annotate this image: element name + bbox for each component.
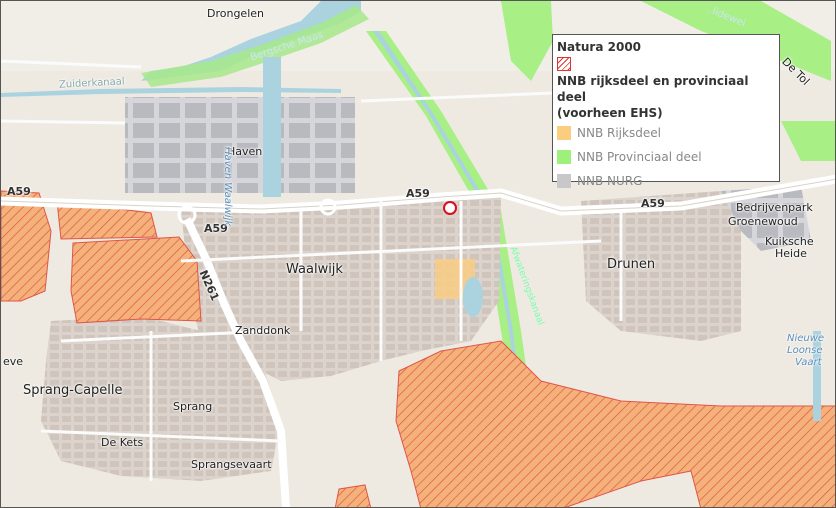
legend-row-natura <box>557 55 775 73</box>
place-label-sprang: Sprang <box>173 400 213 413</box>
place-label-sprang-capelle: Sprang-Capelle <box>23 383 123 398</box>
legend-subtitle-nnb: (voorheen EHS) <box>557 106 663 120</box>
place-label-zanddonk: Zanddonk <box>235 324 291 337</box>
place-label-groenewoud: Groenewoud <box>728 215 798 228</box>
place-label-drunen: Drunen <box>607 257 656 272</box>
place-label-de-kets: De Kets <box>101 436 144 449</box>
legend-label-rijksdeel: NNB Rijksdeel <box>577 126 661 140</box>
legend-row-provinciaal: NNB Provinciaal deel <box>557 145 775 169</box>
legend-label-provinciaal: NNB Provinciaal deel <box>577 150 702 164</box>
legend-title-natura: Natura 2000 <box>557 40 642 54</box>
legend-row-nurg: NNB NURG <box>557 169 775 193</box>
water-label-nieuwe: Nieuwe <box>787 333 825 344</box>
place-label-bedrijvenpark: Bedrijvenpark <box>736 201 813 214</box>
legend-label-nurg: NNB NURG <box>577 174 643 188</box>
legend-swatch-natura-icon <box>557 57 571 71</box>
road-label-a59-west: A59 <box>7 185 31 198</box>
place-label-sprangsevaart: Sprangsevaart <box>191 458 272 471</box>
water-label-loonse: Loonse <box>787 345 823 356</box>
legend-swatch-nurg-icon <box>557 174 571 188</box>
water-label-havenwaalwijk: Haven Waalwijk <box>222 147 233 227</box>
map-view[interactable]: Drongelen Haven Waalwijk Drunen Zanddonk… <box>0 0 836 508</box>
legend-swatch-provinciaal-icon <box>557 150 571 164</box>
natura-2000-beek <box>70 236 202 324</box>
place-label-heide: Heide <box>775 247 807 260</box>
legend-title-nnb: NNB rijksdeel en provinciaal deel <box>557 74 749 104</box>
map-legend: Natura 2000 NNB rijksdeel en provinciaal… <box>552 34 780 188</box>
location-marker-icon[interactable] <box>443 201 457 215</box>
harbour-basin <box>263 57 281 197</box>
legend-row-rijksdeel: NNB Rijksdeel <box>557 121 775 145</box>
place-label-drongelen: Drongelen <box>207 7 264 20</box>
legend-swatch-rijksdeel-icon <box>557 126 571 140</box>
place-label-eve: eve <box>3 355 24 368</box>
natura-2000-west <box>1 190 52 302</box>
water-label-vaart: Vaart <box>795 357 822 368</box>
place-label-waalwijk: Waalwijk <box>286 262 343 277</box>
road-label-a59-center: A59 <box>406 187 430 200</box>
road-label-a59-east: A59 <box>641 197 665 210</box>
